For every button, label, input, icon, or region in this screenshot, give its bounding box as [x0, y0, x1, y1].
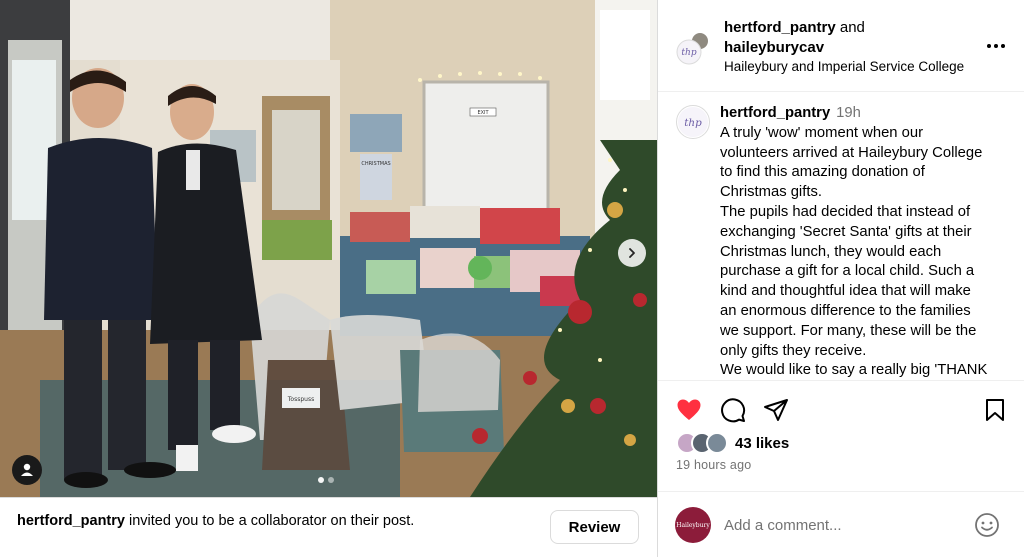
comment-icon	[721, 398, 746, 423]
door-sign: EXIT	[477, 110, 489, 116]
invite-message: invited you to be a collaborator on thei…	[124, 513, 415, 529]
caption-line: We would like to say a really big 'THANK	[720, 362, 988, 379]
save-button[interactable]	[981, 396, 1009, 424]
username-joiner: and	[835, 19, 865, 36]
comment-button[interactable]	[719, 396, 747, 424]
bag-label: Tosspuss	[287, 396, 314, 403]
likes-count[interactable]: 43 likes	[735, 435, 789, 452]
avatar-text: Haileybury	[676, 521, 710, 529]
poster-text: CHRISTMAS	[361, 161, 390, 167]
photo-scene: CHRISTMAS EXIT Tosspuss	[0, 0, 657, 497]
avatar-logo: thp	[677, 106, 709, 138]
caption-line: A truly 'wow' moment when our	[720, 124, 924, 141]
location-link[interactable]: Haileybury and Imperial Service College	[724, 59, 964, 74]
chevron-right-icon	[629, 248, 635, 258]
comment-bar: Haileybury	[658, 491, 1024, 557]
author-username[interactable]: hertford_pantry	[724, 19, 836, 36]
share-icon	[764, 399, 788, 421]
caption-line: only gifts they receive.	[720, 342, 867, 359]
collab-avatars[interactable]: thp	[676, 30, 710, 65]
carousel-dot	[328, 477, 334, 483]
collaborator-username[interactable]: haileyburycav	[724, 39, 824, 56]
more-dot	[987, 44, 991, 48]
likes-row[interactable]: 43 likes	[676, 431, 789, 455]
avatar-logo-text: thp	[681, 48, 696, 58]
caption-line: we support. For many, these will be the	[720, 322, 977, 339]
inviter-username[interactable]: hertford_pantry	[17, 513, 125, 529]
liker-avatar	[706, 432, 728, 454]
post-timestamp[interactable]: 19 hours ago	[676, 458, 751, 472]
heart-icon	[677, 399, 701, 420]
caption-line: volunteers arrived at Haileybury College	[720, 144, 983, 161]
like-button[interactable]	[675, 396, 703, 424]
more-dot	[1001, 44, 1005, 48]
emoji-icon	[975, 513, 999, 537]
collaborator-invite-text: hertford_pantry invited you to be a coll…	[17, 511, 417, 531]
comment-input[interactable]	[724, 512, 964, 538]
bookmark-icon	[986, 399, 1004, 421]
share-button[interactable]	[762, 396, 790, 424]
caption-line: Christmas gifts.	[720, 184, 822, 201]
review-button[interactable]: Review	[550, 510, 639, 544]
caption-line: kind and thoughtful idea that will make	[720, 283, 971, 300]
post-header: thp hertford_pantry and haileyburycav Ha…	[658, 0, 1024, 92]
caption-area: thp hertford_pantry 19h A truly 'wow' mom…	[658, 93, 1024, 380]
avatar: thp	[676, 31, 710, 65]
caption-line: purchase a gift for a local child. Such …	[720, 263, 975, 280]
emoji-button[interactable]	[974, 512, 1000, 538]
caption-line: exchanging 'Secret Santa' gifts at their	[720, 223, 972, 240]
caption-avatar[interactable]: thp	[676, 105, 710, 139]
carousel-dot-active	[318, 477, 324, 483]
more-dot	[994, 44, 998, 48]
header-usernames: hertford_pantry and haileyburycav	[724, 18, 865, 58]
next-photo-button[interactable]	[618, 239, 646, 267]
caption-username[interactable]: hertford_pantry	[720, 105, 830, 121]
caption-line: Christmas lunch, they would each	[720, 243, 942, 260]
actions-separator	[658, 380, 1024, 381]
caption-avatar-text: thp	[684, 117, 702, 129]
post-photo[interactable]: CHRISTMAS EXIT Tosspuss	[0, 0, 657, 497]
caption-text: hertford_pantry 19h A truly 'wow' moment …	[720, 104, 1016, 380]
carousel-dots	[318, 477, 334, 483]
tagged-people-button[interactable]	[12, 455, 42, 485]
caption-line: The pupils had decided that instead of	[720, 203, 971, 220]
caption-line: to find this amazing donation of	[720, 164, 925, 181]
caption-line: an enormous difference to the families	[720, 302, 971, 319]
collaborator-invite-bar: hertford_pantry invited you to be a coll…	[0, 497, 657, 557]
person-icon	[21, 463, 33, 476]
current-user-avatar[interactable]: Haileybury	[675, 507, 711, 543]
caption-time: 19h	[836, 105, 861, 121]
more-options-button[interactable]	[984, 36, 1008, 56]
